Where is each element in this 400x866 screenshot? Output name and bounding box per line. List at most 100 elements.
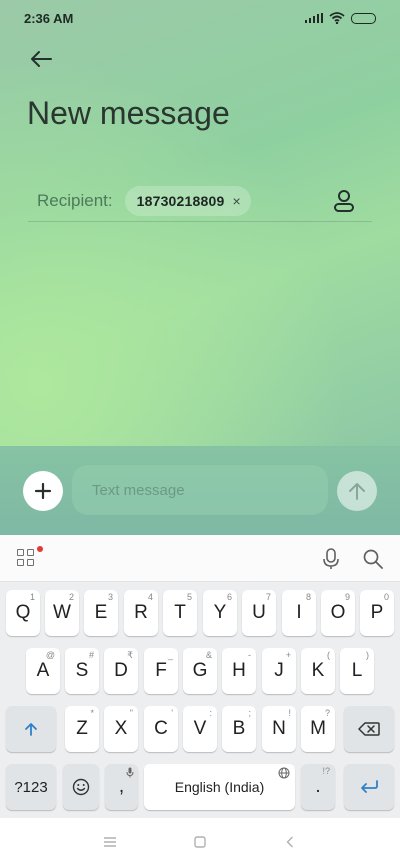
key-v[interactable]: V:: [183, 706, 217, 752]
keyboard-toolbar: [0, 535, 400, 582]
apps-grid-button[interactable]: [17, 546, 43, 569]
voice-input-button[interactable]: [320, 547, 342, 571]
key-hint: ;: [248, 708, 251, 718]
space-key[interactable]: English (India): [144, 764, 295, 810]
key-hint: ): [366, 650, 369, 660]
enter-icon: [361, 780, 378, 793]
backspace-icon: [358, 722, 380, 736]
nav-menu-button[interactable]: [100, 832, 120, 852]
key-r[interactable]: R4: [124, 590, 158, 636]
key-h[interactable]: H-: [222, 648, 256, 694]
microphone-hint-icon: [126, 767, 134, 778]
key-z[interactable]: Z *: [65, 706, 99, 752]
key-l[interactable]: L): [340, 648, 374, 694]
key-w[interactable]: W2: [45, 590, 79, 636]
back-button[interactable]: [26, 46, 56, 72]
message-input[interactable]: [72, 465, 328, 515]
send-button[interactable]: [337, 471, 377, 511]
key-hint: :: [209, 708, 212, 718]
key-hint: 7: [265, 592, 271, 602]
chevron-left-icon: [286, 836, 293, 848]
emoji-key[interactable]: [63, 764, 99, 810]
key-e[interactable]: E3: [84, 590, 118, 636]
key-hint: 0: [383, 592, 389, 602]
key-n[interactable]: N!: [262, 706, 296, 752]
shift-arrow-icon: [25, 723, 37, 736]
status-icons: [305, 12, 376, 24]
nav-home-button[interactable]: [190, 832, 210, 852]
key-hint: &: [205, 650, 212, 660]
emoji-icon: [72, 778, 90, 796]
comma-key[interactable]: ,: [105, 764, 138, 810]
status-bar: 2:36 AM: [0, 0, 400, 36]
key-hint: ₹: [127, 650, 133, 660]
key-hint: *: [90, 708, 94, 718]
key-j[interactable]: J +: [262, 648, 296, 694]
notification-dot: [37, 546, 43, 552]
backspace-key[interactable]: [344, 706, 394, 752]
recipient-number: 18730218809: [136, 192, 225, 209]
signal-icon: [305, 13, 323, 23]
key-c[interactable]: C ': [144, 706, 178, 752]
key-hint: -: [248, 650, 251, 660]
recipient-row[interactable]: Recipient: 18730218809 ×: [28, 180, 372, 222]
home-square-icon: [194, 836, 206, 848]
key-hint: 1: [29, 592, 35, 602]
key-hint: !: [288, 708, 291, 718]
battery-icon: [351, 12, 376, 24]
enter-key[interactable]: [344, 764, 394, 810]
key-hint: 2: [68, 592, 74, 602]
recipient-label: Recipient:: [37, 190, 113, 210]
key-x[interactable]: X ": [104, 706, 138, 752]
menu-icon: [104, 837, 116, 847]
key-hint: ': [171, 708, 173, 718]
key-b[interactable]: B;: [222, 706, 256, 752]
remove-recipient-icon[interactable]: ×: [232, 194, 240, 208]
navigation-bar: [0, 818, 400, 866]
key-q[interactable]: Q1: [6, 590, 40, 636]
nav-back-button[interactable]: [280, 832, 300, 852]
key-hint: 5: [186, 592, 192, 602]
wifi-icon: [329, 12, 345, 24]
apps-grid-icon: [17, 549, 37, 566]
key-hint: 9: [344, 592, 350, 602]
key-k[interactable]: K(: [301, 648, 335, 694]
key-hint: @: [45, 650, 55, 660]
key-s[interactable]: S #: [65, 648, 99, 694]
key-hint: _: [167, 650, 173, 660]
key-hint: +: [285, 650, 291, 660]
plus-icon: [34, 482, 52, 500]
key-hint: #: [88, 650, 94, 660]
key-hint: 4: [147, 592, 153, 602]
key-hint: 8: [305, 592, 311, 602]
key-u[interactable]: U7: [242, 590, 276, 636]
key-o[interactable]: O9: [321, 590, 355, 636]
key-d[interactable]: D ₹: [104, 648, 138, 694]
key-t[interactable]: T5: [163, 590, 197, 636]
page-title: New message: [27, 95, 230, 131]
arrow-up-icon: [349, 483, 365, 500]
search-icon: [363, 549, 383, 569]
recipient-chip[interactable]: 18730218809 ×: [124, 185, 251, 216]
globe-icon: [278, 767, 290, 779]
contact-picker-button[interactable]: [330, 187, 358, 215]
status-time: 2:36 AM: [24, 10, 74, 26]
key-f[interactable]: F _: [144, 648, 178, 694]
person-icon: [334, 190, 354, 212]
keyboard-search-button[interactable]: [362, 547, 384, 571]
key-y[interactable]: Y6: [203, 590, 237, 636]
key-hint: (: [327, 650, 330, 660]
symbols-key[interactable]: ?123: [6, 764, 56, 810]
key-i[interactable]: I8: [282, 590, 316, 636]
key-hint: !?: [322, 766, 330, 776]
attach-button[interactable]: [23, 471, 63, 511]
key-a[interactable]: A @: [26, 648, 60, 694]
key-g[interactable]: G &: [183, 648, 217, 694]
key-p[interactable]: P0: [360, 590, 394, 636]
keyboard: Q1 W2 E3 R4 T5 Y6 U7 I8 O9 P0 A @ S # D ₹ F…: [0, 582, 400, 818]
key-hint: ?: [324, 708, 330, 718]
shift-key[interactable]: [6, 706, 56, 752]
key-m[interactable]: M?: [301, 706, 335, 752]
microphone-icon: [323, 548, 339, 569]
period-key[interactable]: . !?: [301, 764, 335, 810]
